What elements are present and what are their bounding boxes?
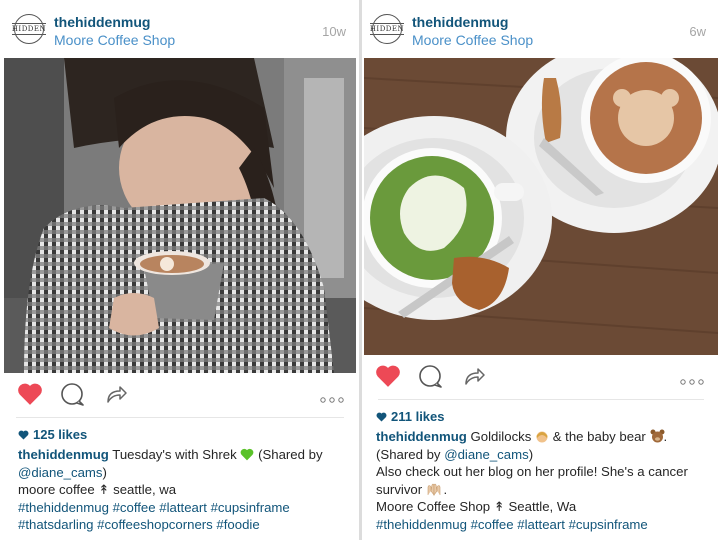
- girl-emoji-icon: [535, 429, 549, 443]
- caption-shared-user[interactable]: @diane_cams: [18, 465, 103, 480]
- caption-location-line: Moore Coffee Shop ↟ Seattle, Wa: [376, 499, 577, 514]
- comment-bubble-icon[interactable]: [418, 364, 444, 395]
- raised-hands-emoji-icon: [426, 482, 441, 496]
- divider-line: [16, 417, 344, 418]
- post-header: HIDDEN thehiddenmug Moore Coffee Shop 10…: [0, 12, 360, 54]
- caption-blog-line-end: .: [443, 481, 448, 497]
- share-arrow-icon[interactable]: [104, 382, 128, 411]
- action-bar: [0, 378, 360, 414]
- post-username[interactable]: thehiddenmug: [54, 14, 150, 30]
- heart-icon[interactable]: [375, 364, 401, 393]
- caption-text: Goldilocks: [470, 429, 532, 444]
- avatar-logo-text: HIDDEN: [11, 23, 47, 35]
- caption-shared-suffix: ): [102, 464, 107, 480]
- caption-shared-suffix: ): [528, 446, 534, 462]
- divider-line: [378, 399, 704, 400]
- more-dots-icon[interactable]: [680, 372, 704, 390]
- caption-text: Tuesday's with Shrek: [112, 447, 237, 462]
- caption-text-2: & the baby bear: [552, 429, 646, 444]
- post-location[interactable]: Moore Coffee Shop: [412, 32, 533, 48]
- photo-woman-drinking-latte: [4, 58, 356, 373]
- caption-shared-prefix: (Shared by: [258, 447, 323, 462]
- post-timestamp: 10w: [322, 24, 346, 39]
- caption-location-line: moore coffee ↟ seattle, wa: [18, 482, 177, 497]
- post-timestamp: 6w: [689, 24, 706, 39]
- small-heart-icon: [18, 428, 29, 443]
- more-dots-icon[interactable]: [320, 390, 344, 408]
- likes-count[interactable]: 125 likes: [18, 427, 87, 443]
- caption-hashtags[interactable]: #thehiddenmug #coffee #latteart #cupsinf…: [18, 500, 290, 533]
- avatar-logo-text: HIDDEN: [369, 23, 405, 35]
- photo-two-latte-cups: [364, 58, 718, 355]
- post-username[interactable]: thehiddenmug: [412, 14, 508, 30]
- action-bar: [362, 360, 720, 396]
- post-right: HIDDEN thehiddenmug Moore Coffee Shop 6w: [362, 0, 720, 540]
- caption-hashtags[interactable]: #thehiddenmug #coffee #latteart #cupsinf…: [376, 517, 648, 532]
- likes-count[interactable]: 211 likes: [376, 409, 445, 425]
- post-location[interactable]: Moore Coffee Shop: [54, 32, 175, 48]
- likes-label: 211 likes: [391, 409, 445, 424]
- bear-emoji-icon: [650, 429, 664, 443]
- avatar[interactable]: HIDDEN: [11, 14, 47, 44]
- post-caption: thehiddenmug Tuesday's with Shrek (Share…: [18, 446, 348, 534]
- post-left: HIDDEN thehiddenmug Moore Coffee Shop 10…: [0, 0, 360, 540]
- caption-username[interactable]: thehiddenmug: [376, 429, 467, 444]
- green-heart-emoji-icon: [240, 448, 254, 461]
- caption-shared-user[interactable]: @diane_cams: [444, 447, 529, 462]
- small-heart-icon: [376, 410, 387, 425]
- post-header: HIDDEN thehiddenmug Moore Coffee Shop 6w: [362, 12, 720, 54]
- post-photo[interactable]: [4, 58, 356, 373]
- likes-label: 125 likes: [33, 427, 88, 442]
- avatar[interactable]: HIDDEN: [369, 14, 405, 44]
- caption-username[interactable]: thehiddenmug: [18, 447, 109, 462]
- caption-shared-prefix: (Shared by: [376, 446, 441, 462]
- post-caption: thehiddenmug Goldilocks & the baby bear …: [376, 429, 688, 532]
- share-arrow-icon[interactable]: [462, 364, 486, 393]
- comment-bubble-icon[interactable]: [60, 382, 86, 413]
- heart-icon[interactable]: [17, 382, 43, 411]
- post-photo[interactable]: [364, 58, 718, 355]
- caption-blog-line: Also check out her blog on her profile! …: [376, 464, 688, 497]
